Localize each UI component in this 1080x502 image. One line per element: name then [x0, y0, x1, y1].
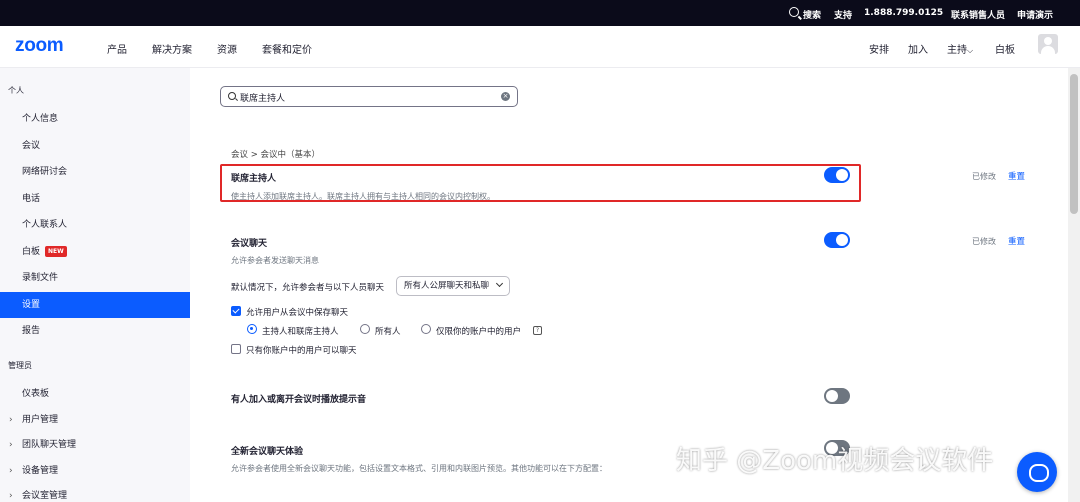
sidebar-item-recordings[interactable]: 录制文件 [0, 265, 190, 291]
join-sound-title: 有人加入或离开会议时播放提示音 [231, 395, 367, 405]
sidebar-item-device-management[interactable]: › 设备管理 [0, 458, 190, 484]
chat-bubble-icon[interactable] [1017, 452, 1057, 492]
cohost-title: 联席主持人 [231, 174, 277, 184]
sidebar-item-label: 会议室管理 [22, 491, 68, 501]
nav-resources[interactable]: 资源 [217, 41, 237, 56]
new-chat-description: 允许参会者使用全新会议聊天功能，包括设置文本格式、引用和内联图片预览。其他功能可… [231, 464, 607, 473]
radio-everyone-label: 所有人 [375, 327, 401, 337]
radio-account-users[interactable] [421, 324, 431, 334]
chevron-down-icon [495, 279, 504, 288]
sidebar-item-profile[interactable]: 个人信息 [0, 106, 190, 132]
default-chat-select[interactable]: 所有人公屏聊天和私聊 [396, 276, 510, 296]
sidebar-item-phone[interactable]: 电话 [0, 186, 190, 212]
sidebar-item-label: 团队聊天管理 [22, 440, 77, 450]
sidebar-item-label: 报告 [22, 326, 41, 336]
nav-join[interactable]: 加入 [908, 41, 928, 56]
sidebar-item-label: 设备管理 [22, 466, 59, 476]
cohost-reset-link[interactable]: 重置 [1008, 170, 1025, 182]
chevron-right-icon: › [9, 491, 13, 501]
toggle-knob [826, 390, 838, 402]
watermark-text: 知乎 @Zoom视频会议软件 [676, 446, 994, 476]
topbar-phone-link[interactable]: 1.888.799.0125 [864, 8, 943, 18]
nav-plans-pricing[interactable]: 套餐和定价 [262, 41, 312, 56]
main-navigation: zoom 产品 解决方案 资源 套餐和定价 安排 加入 主持⌵ 白板 [0, 26, 1080, 68]
topbar-contact-sales-link[interactable]: 联系销售人员 [951, 8, 1005, 21]
search-icon [228, 92, 236, 100]
toggle-knob [836, 234, 848, 246]
sidebar-item-label: 仪表板 [22, 389, 50, 399]
meeting-chat-modified-label: 已修改 [972, 237, 996, 246]
radio-account-users-label: 仅限你的账户中的用户 [436, 327, 522, 337]
cohost-toggle[interactable] [824, 167, 850, 183]
sidebar-item-label: 个人联系人 [22, 220, 68, 230]
meeting-chat-description: 允许参会者发送聊天消息 [231, 256, 319, 265]
nav-whiteboard[interactable]: 白板 [995, 41, 1015, 56]
sidebar-item-webinars[interactable]: 网络研讨会 [0, 159, 190, 185]
settings-search: × [220, 86, 518, 107]
account-only-checkbox[interactable] [231, 344, 241, 354]
chevron-right-icon: › [9, 440, 13, 450]
default-chat-select-value: 所有人公屏聊天和私聊 [404, 281, 490, 291]
sidebar-item-label: 设置 [22, 300, 41, 310]
sidebar-item-meetings[interactable]: 会议 [0, 133, 190, 159]
sidebar-item-dashboard[interactable]: 仪表板 [0, 381, 190, 407]
settings-search-input[interactable] [240, 90, 500, 104]
nav-solutions[interactable]: 解决方案 [152, 41, 192, 56]
nav-schedule[interactable]: 安排 [869, 41, 889, 56]
sidebar-item-user-management[interactable]: › 用户管理 [0, 407, 190, 433]
sidebar-item-label: 用户管理 [22, 415, 59, 425]
sidebar-header-admin: 管理员 [8, 361, 32, 370]
new-chat-title: 全新会议聊天体验 [231, 447, 304, 457]
join-sound-toggle[interactable] [824, 388, 850, 404]
sidebar-header-personal: 个人 [8, 86, 24, 95]
sidebar-item-label: 白板 [22, 247, 41, 257]
meeting-chat-title: 会议聊天 [231, 239, 268, 249]
meeting-chat-reset-link[interactable]: 重置 [1008, 235, 1025, 247]
chevron-right-icon: › [9, 466, 13, 476]
topbar-request-demo-link[interactable]: 申请演示 [1017, 8, 1053, 21]
breadcrumb: 会议 > 会议中（基本） [231, 150, 321, 160]
sidebar: 个人 个人信息 会议 网络研讨会 电话 个人联系人 白板 NEW 录制文件 设置 … [0, 68, 190, 502]
sidebar-item-label: 录制文件 [22, 273, 59, 283]
top-utility-bar: 搜索 支持 1.888.799.0125 联系销售人员 申请演示 [0, 0, 1080, 26]
sidebar-item-label: 会议 [22, 141, 41, 151]
info-icon[interactable]: ? [533, 326, 542, 335]
cohost-modified-label: 已修改 [972, 172, 996, 181]
radio-host-cohost[interactable] [247, 324, 257, 334]
radio-host-cohost-label: 主持人和联席主持人 [262, 327, 339, 337]
sidebar-item-label: 电话 [22, 194, 41, 204]
scrollbar-thumb[interactable] [1070, 74, 1078, 214]
save-chat-checkbox[interactable] [231, 306, 241, 316]
sidebar-item-team-chat-management[interactable]: › 团队聊天管理 [0, 432, 190, 458]
sidebar-item-room-management[interactable]: › 会议室管理 [0, 483, 190, 502]
save-chat-label: 允许用户从会议中保存聊天 [246, 308, 349, 318]
chevron-right-icon: › [9, 415, 13, 425]
topbar-support-link[interactable]: 支持 [834, 8, 852, 21]
default-chat-label: 默认情况下，允许参会者与以下人员聊天 [231, 283, 385, 293]
sidebar-item-whiteboards[interactable]: 白板 NEW [0, 239, 190, 265]
cohost-description: 使主持人添加联席主持人。联席主持人拥有与主持人相同的会议内控制权。 [231, 192, 495, 201]
nav-host-label: 主持 [947, 45, 967, 56]
search-icon[interactable] [789, 7, 799, 17]
nav-products[interactable]: 产品 [107, 41, 127, 56]
sidebar-item-label: 个人信息 [22, 114, 59, 124]
meeting-chat-toggle[interactable] [824, 232, 850, 248]
sidebar-item-label: 网络研讨会 [22, 167, 68, 177]
nav-host[interactable]: 主持⌵ [947, 41, 973, 56]
clear-icon[interactable]: × [501, 92, 510, 101]
new-badge: NEW [45, 246, 67, 257]
zoom-logo[interactable]: zoom [15, 35, 64, 57]
page-scrollbar[interactable] [1068, 68, 1080, 502]
sidebar-item-settings[interactable]: 设置 [0, 292, 190, 318]
radio-everyone[interactable] [360, 324, 370, 334]
sidebar-item-contacts[interactable]: 个人联系人 [0, 212, 190, 238]
chevron-down-icon: ⌵ [967, 46, 974, 55]
sidebar-item-reports[interactable]: 报告 [0, 318, 190, 344]
account-only-label: 只有你账户中的用户可以聊天 [246, 346, 357, 356]
topbar-search-link[interactable]: 搜索 [803, 8, 821, 21]
user-avatar[interactable] [1038, 34, 1058, 54]
toggle-knob [836, 169, 848, 181]
